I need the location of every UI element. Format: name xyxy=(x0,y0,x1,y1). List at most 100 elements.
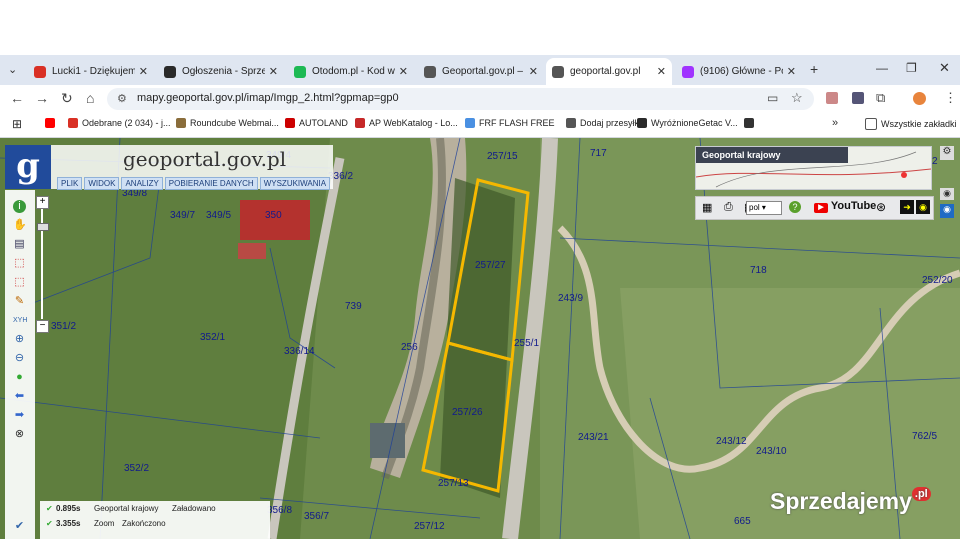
tab-close-icon[interactable]: ✕ xyxy=(787,65,796,78)
bookmark-item[interactable] xyxy=(744,118,758,128)
bookmark-item[interactable]: AP WebKatalog - Lo... xyxy=(355,118,458,128)
tab[interactable]: Ogłoszenia - Sprzeda ✕ xyxy=(158,58,284,85)
full-extent-icon[interactable]: ⊗ xyxy=(13,428,26,441)
bookmark-label: Roundcube Webmai... xyxy=(190,118,279,128)
new-tab-button[interactable]: + xyxy=(810,61,818,77)
tab-close-icon[interactable]: ✕ xyxy=(657,65,666,78)
tab-label: Lucki1 - Dziękujemy z xyxy=(52,66,135,77)
zoom-plus-button[interactable]: + xyxy=(36,196,49,209)
status-row: ✔ 0.895s Geoportal krajowy Załadowano xyxy=(46,504,216,513)
parcel-label: 243/9 xyxy=(558,293,584,304)
map-settings-icon[interactable]: ⚙ xyxy=(940,146,954,160)
legend-icon[interactable]: ▤ xyxy=(13,238,26,251)
bookmark-label: Odebrane (2 034) - j... xyxy=(82,118,171,128)
tab[interactable]: (9106) Główne - Poc ✕ xyxy=(676,58,802,85)
tab[interactable]: geoportal.gov.pl ✕ xyxy=(546,58,672,85)
select-icon[interactable]: ⬚ xyxy=(13,257,26,270)
apps-grid-icon[interactable]: ⊞ xyxy=(12,117,22,131)
back-view-icon[interactable]: ⬅ xyxy=(13,390,26,403)
bookmark-item[interactable]: FRF FLASH FREE xyxy=(465,118,555,128)
pan-hand-icon[interactable]: ✋ xyxy=(13,219,27,232)
bookmark-item[interactable] xyxy=(45,118,59,128)
parcel-label: 352/2 xyxy=(124,463,150,474)
parcel-label: 739 xyxy=(345,301,362,312)
tab[interactable]: Geoportal.gov.pl – Ge ✕ xyxy=(418,58,544,85)
parcel-label: 256 xyxy=(401,342,418,353)
tab-label: Geoportal.gov.pl – Ge xyxy=(442,66,525,77)
zoom-minus-button[interactable]: − xyxy=(36,320,49,333)
zoom-handle[interactable] xyxy=(37,223,49,231)
extension-icon[interactable] xyxy=(852,92,864,104)
menu-item[interactable]: WYSZUKIWANIA xyxy=(259,177,331,190)
geoportal-header: g geoportal.gov.pl PLIK WIDOK ANALIZY POBIE… xyxy=(5,145,333,190)
menu-item[interactable]: PLIK xyxy=(57,177,83,190)
bookmark-label: AUTOLAND xyxy=(299,118,348,128)
tab-close-icon[interactable]: ✕ xyxy=(399,65,408,78)
coordinates-icon[interactable]: XYH xyxy=(13,314,27,327)
settings-icon[interactable]: ⊛ xyxy=(876,200,886,214)
bookmark-favicon-icon xyxy=(176,118,186,128)
menu-item[interactable]: WIDOK xyxy=(84,177,120,190)
info-icon[interactable]: i xyxy=(13,200,26,213)
layers-icon[interactable]: ▦ xyxy=(702,201,712,214)
eye-icon[interactable]: ◉ xyxy=(916,200,930,214)
bookmark-item[interactable]: WyróżnioneGetac V... xyxy=(637,118,738,128)
visibility-icon[interactable]: ◉ xyxy=(940,204,954,218)
extension-icon[interactable] xyxy=(826,92,838,104)
bookmark-item[interactable]: Odebrane (2 034) - j... xyxy=(68,118,171,128)
status-panel: ✔ 0.895s Geoportal krajowy Załadowano ✔ … xyxy=(40,501,270,539)
overview-map[interactable]: Geoportal krajowy xyxy=(695,146,932,190)
more-bookmarks-icon[interactable]: » xyxy=(832,117,838,129)
map-view[interactable]: 349/4336/2349/8349/7349/5350257/15717257… xyxy=(0,138,960,539)
tab-close-icon[interactable]: ✕ xyxy=(529,65,538,78)
tab-search-button[interactable]: ⌄ xyxy=(8,63,17,76)
folder-icon xyxy=(865,118,877,130)
sprzedajemy-watermark: Sprzedajemy .pl xyxy=(770,487,931,515)
tab[interactable]: Otodom.pl - Kod wery ✕ xyxy=(288,58,414,85)
menu-item[interactable]: ANALIZY xyxy=(121,177,163,190)
site-info-icon[interactable]: ⚙ xyxy=(117,92,127,105)
tab[interactable]: Lucki1 - Dziękujemy z ✕ xyxy=(28,58,154,85)
youtube-link[interactable]: ▶ YouTube xyxy=(814,200,876,213)
clear-selection-icon[interactable]: ⬚ xyxy=(13,276,26,289)
home-icon[interactable]: ⌂ xyxy=(86,90,94,106)
view-icon[interactable]: ◉ xyxy=(940,188,954,200)
zoom-slider[interactable]: + − xyxy=(36,196,49,333)
confirm-check-icon[interactable]: ✔ xyxy=(13,520,26,533)
forward-button[interactable]: → xyxy=(35,90,49,106)
zoom-in-icon[interactable]: ⊕ xyxy=(13,333,26,346)
browser-toolbar: ← → ↻ ⌂ ⚙ mapy.geoportal.gov.pl/imap/Img… xyxy=(0,85,960,113)
profile-avatar[interactable] xyxy=(913,92,926,105)
bookmark-star-icon[interactable]: ☆ xyxy=(791,90,803,106)
reload-button[interactable]: ↻ xyxy=(61,90,73,107)
gmail-icon xyxy=(34,65,46,78)
bookmark-item[interactable]: Dodaj przesyłkę xyxy=(566,118,644,128)
language-select[interactable]: pol ▾ xyxy=(746,201,782,215)
parcel-label: 243/10 xyxy=(756,446,787,457)
back-button[interactable]: ← xyxy=(10,90,24,106)
menu-item[interactable]: POBIERANIE DANYCH xyxy=(164,177,258,190)
contrast-icon[interactable]: ➜ xyxy=(900,200,914,214)
zoom-out-icon[interactable]: ⊖ xyxy=(13,352,26,365)
check-icon: ✔ xyxy=(46,519,53,528)
help-icon[interactable]: ? xyxy=(789,201,801,213)
close-window-button[interactable]: ✕ xyxy=(939,60,950,76)
address-bar[interactable]: ⚙ mapy.geoportal.gov.pl/imap/Imgp_2.html… xyxy=(107,88,814,110)
tab-close-icon[interactable]: ✕ xyxy=(139,65,148,78)
bookmark-item[interactable]: Roundcube Webmai... xyxy=(176,118,279,128)
draw-icon[interactable]: ✎ xyxy=(13,295,26,308)
forward-view-icon[interactable]: ➡ xyxy=(13,409,26,422)
install-app-icon[interactable]: ▭ xyxy=(767,91,778,105)
extensions-puzzle-icon[interactable]: ⧉ xyxy=(876,90,885,106)
print-icon[interactable]: ⎙ xyxy=(724,201,733,214)
bookmark-favicon-icon xyxy=(285,118,295,128)
tab-close-icon[interactable]: ✕ xyxy=(269,65,278,78)
all-bookmarks-folder[interactable]: Wszystkie zakładki xyxy=(865,118,957,130)
minimize-button[interactable]: — xyxy=(876,61,888,75)
youtube-icon: ▶ xyxy=(814,203,828,213)
tab-label: Otodom.pl - Kod wery xyxy=(312,66,395,77)
side-panel-icon[interactable]: ⋮ xyxy=(944,90,957,106)
bookmark-item[interactable]: AUTOLAND xyxy=(285,118,348,128)
globe-icon[interactable]: ● xyxy=(13,371,26,384)
restore-button[interactable]: ❐ xyxy=(906,61,917,75)
